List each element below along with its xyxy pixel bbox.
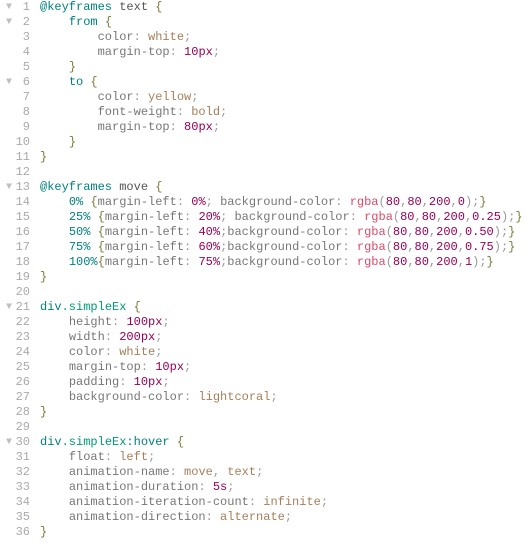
fold-icon[interactable]: ▼ [6,0,12,15]
code-line: } [40,405,523,420]
code-line: @keyframes move { [40,180,523,195]
line-number: 12 [0,165,30,180]
line-number: 35 [0,510,30,525]
code-line: color: white; [40,30,523,45]
line-number: 19 [0,270,30,285]
fold-icon[interactable]: ▼ [6,435,12,450]
code-line: font-weight: bold; [40,105,523,120]
line-number: 8 [0,105,30,120]
code-line: padding: 10px; [40,375,523,390]
line-number: 17 [0,240,30,255]
code-line: } [40,60,523,75]
code-line: color: white; [40,345,523,360]
line-number-gutter: ▼1▼2345▼6789101112▼1314151617181920▼2122… [0,0,34,540]
code-line: animation-iteration-count: infinite; [40,495,523,510]
code-line: to { [40,75,523,90]
line-number: 27 [0,390,30,405]
code-line: animation-name: move, text; [40,465,523,480]
line-number: ▼2 [0,15,30,30]
code-line: animation-duration: 5s; [40,480,523,495]
code-line: margin-top: 10px; [40,45,523,60]
line-number: 15 [0,210,30,225]
code-line: width: 200px; [40,330,523,345]
line-number: 26 [0,375,30,390]
code-line [40,285,523,300]
line-number: 33 [0,480,30,495]
line-number: 10 [0,135,30,150]
line-number: 16 [0,225,30,240]
code-line: } [40,135,523,150]
line-number: 32 [0,465,30,480]
line-number: 7 [0,90,30,105]
line-number: 14 [0,195,30,210]
line-number: ▼21 [0,300,30,315]
line-number: ▼6 [0,75,30,90]
line-number: 3 [0,30,30,45]
line-number: 5 [0,60,30,75]
line-number: 11 [0,150,30,165]
code-line: div.simpleEx:hover { [40,435,523,450]
code-line: 0% {margin-left: 0%; background-color: r… [40,195,523,210]
fold-icon[interactable]: ▼ [6,300,12,315]
line-number: 24 [0,345,30,360]
fold-icon[interactable]: ▼ [6,180,12,195]
code-line: 50% {margin-left: 40%;background-color: … [40,225,523,240]
code-line [40,165,523,180]
code-line: 75% {margin-left: 60%;background-color: … [40,240,523,255]
fold-icon[interactable]: ▼ [6,75,12,90]
line-number: 28 [0,405,30,420]
code-line: } [40,150,523,165]
code-area[interactable]: @keyframes text { from { color: white; m… [34,0,523,540]
line-number: 29 [0,420,30,435]
line-number: 34 [0,495,30,510]
line-number: ▼13 [0,180,30,195]
code-line: float: left; [40,450,523,465]
code-line: margin-top: 80px; [40,120,523,135]
code-line: height: 100px; [40,315,523,330]
line-number: 36 [0,525,30,540]
line-number: 20 [0,285,30,300]
code-line: margin-top: 10px; [40,360,523,375]
code-line: } [40,270,523,285]
code-line: color: yellow; [40,90,523,105]
code-line: 100%{margin-left: 75%;background-color: … [40,255,523,270]
line-number: 18 [0,255,30,270]
line-number: 23 [0,330,30,345]
line-number: 4 [0,45,30,60]
line-number: ▼30 [0,435,30,450]
line-number: 31 [0,450,30,465]
line-number: 9 [0,120,30,135]
code-line: from { [40,15,523,30]
line-number: 22 [0,315,30,330]
code-line: @keyframes text { [40,0,523,15]
code-line: div.simpleEx { [40,300,523,315]
code-line: 25% {margin-left: 20%; background-color:… [40,210,523,225]
code-editor: ▼1▼2345▼6789101112▼1314151617181920▼2122… [0,0,529,540]
code-line [40,420,523,435]
code-line: animation-direction: alternate; [40,510,523,525]
line-number: ▼1 [0,0,30,15]
code-line: } [40,525,523,540]
fold-icon[interactable]: ▼ [6,15,12,30]
code-line: background-color: lightcoral; [40,390,523,405]
line-number: 25 [0,360,30,375]
